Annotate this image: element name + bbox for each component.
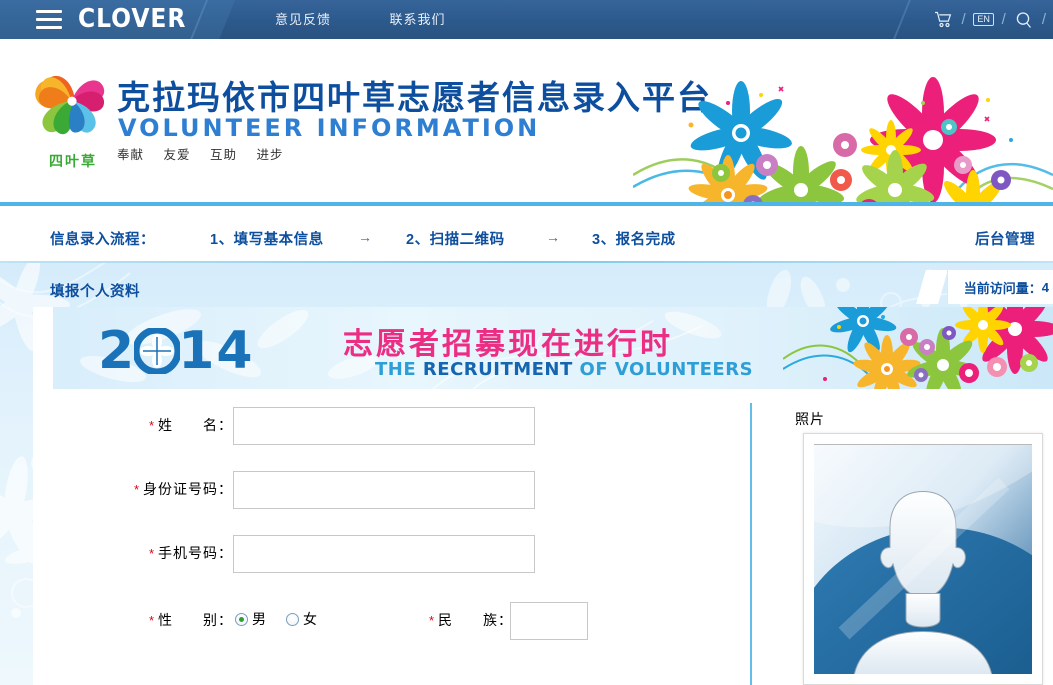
banner-title-en: THE RECRUITMENT OF VOLUNTEERS <box>375 359 753 380</box>
label-phone: * 手机号码： <box>63 543 233 563</box>
form-row-phone: * 手机号码： <box>33 531 753 595</box>
site-motto: 奉献 友爱 互助 进步 <box>117 144 299 163</box>
label-ethnicity-text: 民 族： <box>438 612 513 628</box>
required-marker-id: * <box>133 482 140 497</box>
form-row-id-number: * 身份证号码： <box>33 467 753 531</box>
required-marker-gender: * <box>148 613 155 628</box>
visitor-counter: 当前访问量： 4 <box>946 270 1053 304</box>
step-arrow-1: → <box>358 229 372 245</box>
hamburger-icon[interactable] <box>36 10 62 29</box>
nav-item-feedback[interactable]: 意见反馈 <box>275 0 331 39</box>
label-id-number-text: 身份证号码： <box>143 481 233 497</box>
visitor-counter-value: 4 <box>1041 279 1049 295</box>
radio-gender-male[interactable] <box>235 612 248 626</box>
motto-word-4: 进步 <box>256 148 284 162</box>
label-id-number: * 身份证号码： <box>63 479 233 499</box>
separator-2: / <box>1001 11 1006 28</box>
banner-year-2: 2 <box>98 321 137 381</box>
label-name-text: 姓 名： <box>158 417 233 433</box>
banner-year-14: 14 <box>178 321 255 381</box>
banner-flower-decoration <box>783 307 1053 389</box>
input-id-number[interactable] <box>233 471 535 509</box>
banner-en-recruitment: RECRUITMENT <box>422 359 573 380</box>
label-phone-text: 手机号码： <box>158 545 233 561</box>
banner-year: 2 14 <box>98 321 255 381</box>
label-gender: * 性 别： <box>63 610 233 630</box>
photo-upload-frame[interactable] <box>803 433 1043 685</box>
step-2-scan-qr[interactable]: 2、扫描二维码 <box>406 228 505 249</box>
label-gender-text: 性 别： <box>158 612 233 628</box>
topbar-right-skew-line <box>893 0 911 39</box>
step-arrow-2: → <box>546 229 560 245</box>
site-title-en: VOLUNTEER INFORMATION <box>118 114 541 142</box>
clover-logo-caption: 四叶草 <box>49 153 97 169</box>
banner-title-cn: 志愿者招募现在进行时 <box>343 328 673 361</box>
recruitment-banner: 2 14 志愿者招募现在进行时 THE RECRUITMENT OF VOLUN… <box>53 307 1053 389</box>
separator-3: / <box>1041 11 1046 28</box>
photo-placeholder <box>814 444 1032 674</box>
label-ethnicity: * 民 族： <box>363 610 513 630</box>
radio-label-female[interactable]: 女 <box>303 609 317 629</box>
site-title-cn: 克拉玛依市四叶草志愿者信息录入平台 <box>117 79 712 116</box>
clover-logo-icon <box>35 75 105 135</box>
radio-label-male[interactable]: 男 <box>252 609 266 629</box>
form-panel: 2 14 志愿者招募现在进行时 THE RECRUITMENT OF VOLUN… <box>33 307 1053 685</box>
required-marker-name: * <box>148 418 155 433</box>
form-row-name: * 姓 名： <box>33 403 753 467</box>
registration-form: * 姓 名： * 身份证号码： * 手机号码： * 性 别： 男 女 * 民 族… <box>33 403 753 683</box>
header-flower-decoration <box>633 77 1053 206</box>
banner-en-the: THE <box>375 359 423 380</box>
motto-word-3: 互助 <box>210 148 238 162</box>
section-title: 填报个人资料 <box>50 284 140 300</box>
input-name[interactable] <box>233 407 535 445</box>
top-navigation-bar: CLOVER 意见反馈 联系我们 / EN / / <box>0 0 1053 39</box>
nav-item-contact[interactable]: 联系我们 <box>389 0 445 39</box>
banner-clover-icon <box>134 328 181 374</box>
banner-en-volunteers: VOLUNTEERS <box>614 359 754 380</box>
site-header: 四叶草 克拉玛依市四叶草志愿者信息录入平台 VOLUNTEER INFORMAT… <box>0 39 1053 206</box>
language-badge-label: EN <box>973 13 994 26</box>
input-phone[interactable] <box>233 535 535 573</box>
vertical-divider <box>750 403 752 685</box>
motto-word-1: 奉献 <box>117 148 145 162</box>
step-1-fill-basic-info[interactable]: 1、填写基本信息 <box>210 228 324 249</box>
required-marker-phone: * <box>148 546 155 561</box>
form-row-gender-ethnicity: * 性 别： 男 女 * 民 族： <box>33 595 753 659</box>
radio-gender-female[interactable] <box>286 612 299 626</box>
language-toggle[interactable]: EN <box>973 9 995 31</box>
page-root: CLOVER 意见反馈 联系我们 / EN / / 四叶草 克拉玛依市四叶草志愿… <box>0 0 1053 685</box>
banner-en-of: OF <box>572 359 615 380</box>
content-area: 填报个人资料 当前访问量： 4 2 14 志愿者招募现在进行时 THE RECR… <box>0 263 1053 685</box>
required-marker-ethnicity: * <box>428 613 435 628</box>
process-steps-label: 信息录入流程： <box>50 232 155 248</box>
step-3-registration-complete[interactable]: 3、报名完成 <box>592 228 676 249</box>
user-silhouette-icon <box>814 445 1032 674</box>
admin-management-link[interactable]: 后台管理 <box>975 228 1035 249</box>
brand-logo-text: CLOVER <box>78 4 187 34</box>
input-ethnicity[interactable] <box>510 602 588 640</box>
gender-radio-group: 男 女 <box>235 609 337 629</box>
separator-1: / <box>961 11 966 28</box>
visitor-counter-label: 当前访问量： <box>963 280 1042 296</box>
topbar-nav: 意见反馈 联系我们 <box>275 0 499 39</box>
process-steps-bar: 信息录入流程： 1、填写基本信息 → 2、扫描二维码 → 3、报名完成 后台管理 <box>0 206 1053 262</box>
photo-section-title: 照片 <box>795 411 825 427</box>
motto-word-2: 友爱 <box>163 148 191 162</box>
cart-icon[interactable] <box>932 9 954 31</box>
search-icon[interactable] <box>1013 9 1035 31</box>
topbar-actions: / EN / / <box>932 0 1053 39</box>
label-name: * 姓 名： <box>63 415 233 435</box>
